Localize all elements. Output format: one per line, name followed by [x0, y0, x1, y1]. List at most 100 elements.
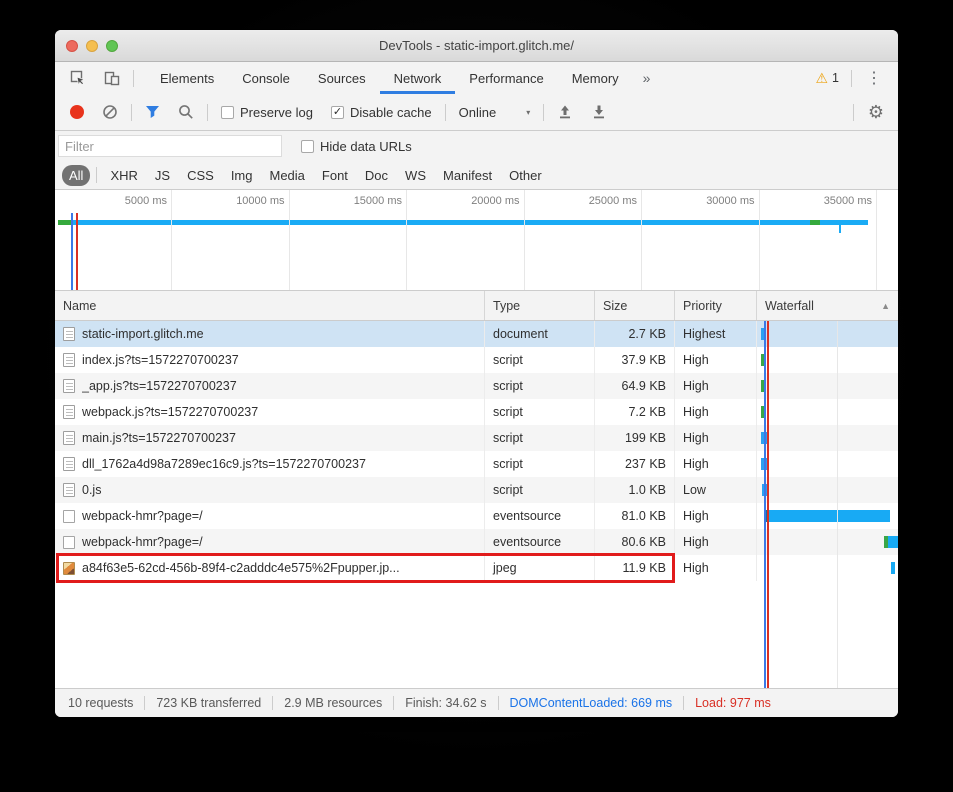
table-row[interactable]: a84f63e5-62cd-456b-89f4-c2adddc4e575%2Fp…	[55, 555, 898, 581]
divider	[853, 104, 854, 121]
request-type: document	[493, 327, 548, 341]
column-header-type[interactable]: Type	[485, 291, 595, 320]
filter-pill-doc[interactable]: Doc	[357, 165, 396, 186]
filter-pill-js[interactable]: JS	[147, 165, 178, 186]
filter-pill-other[interactable]: Other	[501, 165, 550, 186]
tab-elements[interactable]: Elements	[146, 62, 228, 94]
dcl-marker-line	[764, 321, 766, 688]
waterfall-gridline	[837, 321, 838, 688]
divider	[207, 104, 208, 121]
column-header-priority[interactable]: Priority	[675, 291, 757, 320]
timeline-overview[interactable]: 5000 ms10000 ms15000 ms20000 ms25000 ms3…	[55, 190, 898, 291]
eventsource-icon	[63, 536, 75, 549]
script-icon	[63, 353, 75, 367]
cell-waterfall	[757, 373, 898, 399]
request-name: webpack-hmr?page=/	[82, 535, 203, 549]
request-size: 1.0 KB	[628, 483, 666, 497]
search-button[interactable]	[169, 104, 203, 120]
export-har-button[interactable]	[582, 104, 616, 120]
column-header-waterfall[interactable]: Waterfall ▲	[757, 291, 898, 320]
minimize-window-button[interactable]	[86, 40, 98, 52]
table-row[interactable]: _app.js?ts=1572270700237script64.9 KBHig…	[55, 373, 898, 399]
more-tabs-button[interactable]: »	[633, 62, 661, 94]
request-type: script	[493, 353, 523, 367]
divider	[851, 70, 852, 87]
request-priority: High	[683, 561, 709, 575]
filter-pill-manifest[interactable]: Manifest	[435, 165, 500, 186]
device-toolbar-button[interactable]	[95, 62, 129, 94]
filter-pill-media[interactable]: Media	[261, 165, 312, 186]
overview-request-tick	[839, 225, 841, 233]
request-priority: High	[683, 509, 709, 523]
script-icon	[63, 431, 75, 445]
hide-data-urls-checkbox[interactable]	[301, 140, 314, 153]
inspect-element-button[interactable]	[61, 62, 95, 94]
filter-pill-css[interactable]: CSS	[179, 165, 222, 186]
request-type: script	[493, 483, 523, 497]
close-window-button[interactable]	[66, 40, 78, 52]
table-row[interactable]: webpack.js?ts=1572270700237script7.2 KBH…	[55, 399, 898, 425]
tab-sources[interactable]: Sources	[304, 62, 380, 94]
request-name: webpack.js?ts=1572270700237	[82, 405, 258, 419]
filter-pill-img[interactable]: Img	[223, 165, 261, 186]
load-time: Load: 977 ms	[695, 696, 771, 710]
network-settings-button[interactable]: ⚙	[858, 103, 888, 121]
issues-warning-button[interactable]: ⚠ 1	[807, 71, 847, 85]
table-row[interactable]: dll_1762a4d98a7289ec16c9.js?ts=157227070…	[55, 451, 898, 477]
cell-waterfall	[757, 451, 898, 477]
throttling-value: Online	[459, 105, 497, 120]
request-type: script	[493, 431, 523, 445]
disable-cache-checkbox[interactable]: ✓	[331, 106, 344, 119]
filter-pill-xhr[interactable]: XHR	[102, 165, 145, 186]
tab-console[interactable]: Console	[228, 62, 304, 94]
request-type: script	[493, 405, 523, 419]
zoom-window-button[interactable]	[106, 40, 118, 52]
import-har-button[interactable]	[548, 104, 582, 120]
table-row[interactable]: main.js?ts=1572270700237script199 KBHigh	[55, 425, 898, 451]
overview-tick-label: 30000 ms	[706, 195, 754, 207]
disable-cache-label: Disable cache	[350, 105, 432, 120]
kebab-menu-icon: ⋮	[866, 70, 882, 87]
resources-size: 2.9 MB resources	[284, 696, 382, 710]
column-header-name[interactable]: Name	[55, 291, 485, 320]
script-icon	[63, 405, 75, 419]
header-label: Priority	[683, 299, 722, 313]
overview-gridline	[406, 190, 407, 290]
script-icon	[63, 457, 75, 471]
script-icon	[63, 379, 75, 393]
cell-waterfall	[757, 529, 898, 555]
titlebar: DevTools - static-import.glitch.me/	[55, 30, 898, 62]
table-row[interactable]: 0.jsscript1.0 KBLow	[55, 477, 898, 503]
table-row[interactable]: static-import.glitch.medocument2.7 KBHig…	[55, 321, 898, 347]
filter-input[interactable]	[58, 135, 282, 157]
cell-size: 237 KB	[595, 451, 675, 477]
waterfall-bar	[888, 536, 898, 548]
divider	[131, 104, 132, 121]
cell-waterfall	[757, 347, 898, 373]
table-row[interactable]: index.js?ts=1572270700237script37.9 KBHi…	[55, 347, 898, 373]
header-label: Name	[63, 299, 96, 313]
filter-pill-font[interactable]: Font	[314, 165, 356, 186]
table-row[interactable]: webpack-hmr?page=/eventsource80.6 KBHigh	[55, 529, 898, 555]
devtools-menu-button[interactable]: ⋮	[856, 68, 892, 88]
request-name: index.js?ts=1572270700237	[82, 353, 239, 367]
record-button[interactable]	[70, 105, 84, 119]
tab-memory[interactable]: Memory	[558, 62, 633, 94]
overview-tick-label: 25000 ms	[589, 195, 637, 207]
clear-button[interactable]	[93, 104, 127, 120]
tab-performance[interactable]: Performance	[455, 62, 557, 94]
cell-waterfall	[757, 321, 898, 347]
request-name: _app.js?ts=1572270700237	[82, 379, 237, 393]
cell-priority: High	[675, 399, 757, 425]
filter-toggle-button[interactable]	[136, 105, 169, 119]
device-toolbar-icon	[103, 69, 121, 87]
preserve-log-checkbox[interactable]	[221, 106, 234, 119]
tab-network[interactable]: Network	[380, 62, 456, 94]
throttling-select[interactable]: Online ▾	[450, 105, 540, 120]
cell-waterfall	[757, 425, 898, 451]
table-row[interactable]: webpack-hmr?page=/eventsource81.0 KBHigh	[55, 503, 898, 529]
filter-pill-all[interactable]: All	[62, 165, 90, 186]
eventsource-icon	[63, 510, 75, 523]
filter-pill-ws[interactable]: WS	[397, 165, 434, 186]
column-header-size[interactable]: Size	[595, 291, 675, 320]
